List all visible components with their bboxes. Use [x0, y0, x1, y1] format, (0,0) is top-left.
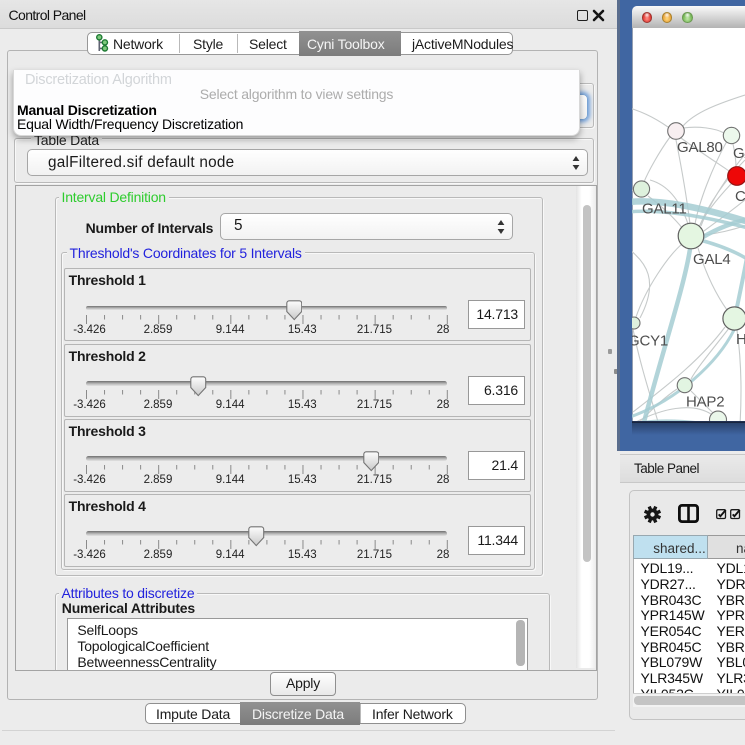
- svg-text:GAL11: GAL11: [642, 201, 687, 218]
- svg-text:GAL4: GAL4: [693, 251, 731, 268]
- svg-text:HA: HA: [736, 331, 745, 348]
- svg-text:HAP2: HAP2: [686, 394, 724, 411]
- svg-text:CD: CD: [735, 188, 745, 205]
- svg-text:GCY1: GCY1: [632, 333, 668, 350]
- svg-text:GAL80: GAL80: [677, 139, 723, 156]
- svg-text:GA: GA: [733, 145, 745, 162]
